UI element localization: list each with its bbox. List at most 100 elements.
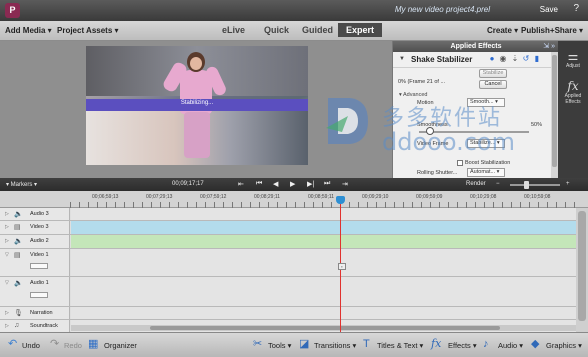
transitions-icon[interactable]: ◪ — [299, 338, 309, 350]
mode-quick[interactable]: Quick — [264, 25, 289, 35]
speaker-icon[interactable]: 🔈 — [14, 279, 23, 287]
track-audio-2[interactable]: ▷ 🔈 Audio 2 — [0, 235, 576, 249]
organizer-icon[interactable]: ▦ — [88, 338, 98, 350]
track-body[interactable] — [71, 277, 576, 306]
current-time[interactable]: 00;09;17;17 — [172, 181, 204, 187]
previous-edit-icon[interactable]: ⏮ — [256, 180, 262, 188]
panel-expand-icon[interactable]: ⇲ » — [543, 42, 555, 50]
collapse-triangle-icon[interactable]: ▼ — [399, 56, 405, 62]
timeline-control-bar: ▾ Markers ▾ 00;09;17;17 ⇤ ⏮ ◀ ▶ ▶| ⏭ ⇥ R… — [0, 178, 588, 191]
add-media-menu[interactable]: Add Media ▾ — [5, 26, 52, 35]
titles-text-menu[interactable]: Titles & Text ▾ — [377, 341, 423, 350]
shake-stabilizer-label: Shake Stabilizer — [411, 55, 473, 64]
organizer-button[interactable]: Organizer — [104, 341, 137, 350]
track-audio-1[interactable]: ▽ 🔈 Audio 1 — [0, 277, 576, 307]
next-edit-icon[interactable]: ⏭ — [324, 180, 330, 188]
zoom-slider-thumb[interactable] — [524, 181, 529, 189]
film-icon[interactable]: ▤ — [14, 251, 21, 259]
adjust-button[interactable]: ⚌ Adjust — [558, 49, 588, 69]
audio-menu[interactable]: Audio ▾ — [498, 341, 523, 350]
play-icon[interactable]: ▶ — [290, 180, 295, 188]
track-body[interactable] — [71, 307, 576, 319]
mode-expert[interactable]: Expert — [338, 23, 383, 37]
speaker-icon[interactable]: 🔈 — [14, 210, 23, 218]
step-forward-icon[interactable]: ▶| — [307, 180, 314, 188]
expand-triangle-icon[interactable]: ▷ — [5, 238, 9, 244]
speaker-icon[interactable]: 🔈 — [14, 237, 23, 245]
render-button[interactable]: Render — [466, 181, 486, 187]
music-note-icon[interactable]: ♫ — [14, 322, 19, 329]
timeline-vertical-scrollbar-thumb[interactable] — [578, 211, 586, 321]
reset-icon[interactable]: ↺ — [522, 55, 530, 63]
film-icon[interactable]: ▤ — [14, 223, 21, 231]
shake-stabilizer-row[interactable]: ▼ Shake Stabilizer ● ◉ ⇣ ↺ ▮ — [393, 52, 551, 68]
adjust-label: Adjust — [566, 63, 580, 69]
sliders-icon: ⚌ — [567, 49, 579, 63]
graphics-icon[interactable]: ◆ — [531, 338, 539, 350]
markers-menu[interactable]: ▾ Markers ▾ — [6, 181, 37, 188]
playhead-handle[interactable] — [336, 196, 345, 204]
project-assets-menu[interactable]: Project Assets ▾ — [57, 26, 119, 35]
zoom-in-icon[interactable]: + — [566, 181, 570, 187]
effects-icon[interactable]: fx — [431, 338, 441, 350]
microphone-icon[interactable]: 🎙 — [14, 309, 23, 317]
time-ruler[interactable]: 00;06;59;13 00;07;29;13 00;07;59;12 00;0… — [0, 191, 588, 208]
track-body[interactable] — [71, 249, 576, 276]
create-menu[interactable]: Create ▾ — [487, 26, 518, 35]
titles-icon[interactable]: T — [363, 338, 370, 350]
collapse-triangle-icon[interactable]: ▽ — [5, 252, 9, 258]
watermark-text-en: ddooo.com — [382, 128, 515, 156]
eye-icon[interactable]: ◉ — [499, 55, 507, 63]
applied-effects-button[interactable]: fx Applied Effects — [558, 79, 588, 105]
track-body[interactable] — [71, 208, 576, 220]
go-to-end-icon[interactable]: ⇥ — [342, 180, 348, 188]
track-video-1[interactable]: ▽ ▤ Video 1 — [0, 249, 576, 277]
video-clip[interactable] — [71, 221, 576, 234]
audio-icon[interactable]: ♪ — [483, 338, 489, 350]
tools-menu[interactable]: Tools ▾ — [268, 341, 291, 350]
cancel-button[interactable]: Cancel — [479, 80, 507, 89]
collapse-triangle-icon[interactable]: ▽ — [5, 280, 9, 286]
track-narration[interactable]: ▷ 🎙 Narration — [0, 307, 576, 320]
tools-icon[interactable]: ✂ — [253, 338, 262, 350]
zoom-slider[interactable] — [510, 184, 560, 186]
transitions-menu[interactable]: Transitions ▾ — [314, 341, 356, 350]
go-to-start-icon[interactable]: ⇤ — [238, 180, 244, 188]
undo-button[interactable]: Undo — [22, 341, 40, 350]
trash-icon[interactable]: ▮ — [533, 55, 541, 63]
save-button[interactable]: Save — [540, 5, 558, 14]
track-video-3[interactable]: ▷ ▤ Video 3 — [0, 221, 576, 235]
effects-menu[interactable]: Effects ▾ — [448, 341, 477, 350]
expand-triangle-icon[interactable]: ▷ — [5, 224, 9, 230]
child-face — [190, 57, 202, 70]
track-label: Audio 3 — [30, 211, 49, 217]
help-icon[interactable]: ? — [573, 3, 579, 14]
undo-icon[interactable]: ↶ — [8, 338, 17, 350]
ruler-label: 00;08;29;11 — [254, 194, 281, 200]
mode-guided[interactable]: Guided — [302, 25, 333, 35]
publish-share-menu[interactable]: Publish+Share ▾ — [521, 26, 583, 35]
mode-elive[interactable]: eLive — [222, 25, 245, 35]
track-controls[interactable] — [30, 292, 48, 298]
info-icon[interactable]: ● — [488, 55, 496, 63]
watermark: 多多软件站 ddooo.com — [318, 92, 558, 182]
zoom-out-icon[interactable]: − — [496, 181, 500, 187]
expand-triangle-icon[interactable]: ▷ — [5, 323, 9, 329]
clip-marker-icon[interactable]: ▪ — [338, 263, 346, 270]
graphics-menu[interactable]: Graphics ▾ — [546, 341, 582, 350]
track-audio-3[interactable]: ▷ 🔈 Audio 3 — [0, 208, 576, 221]
track-header: ▷ ▤ Video 3 — [0, 221, 70, 234]
arrow-down-icon[interactable]: ⇣ — [511, 55, 519, 63]
step-back-icon[interactable]: ◀ — [273, 180, 278, 188]
audio-clip[interactable] — [71, 235, 576, 248]
track-header: ▷ ♫ Soundtrack — [0, 320, 70, 332]
stabilize-button[interactable]: Stabilize — [479, 69, 507, 78]
expand-triangle-icon[interactable]: ▷ — [5, 310, 9, 316]
timeline-horizontal-scrollbar-thumb[interactable] — [150, 326, 500, 330]
redo-icon[interactable]: ↷ — [50, 338, 59, 350]
track-controls[interactable] — [30, 263, 48, 269]
expand-triangle-icon[interactable]: ▷ — [5, 211, 9, 217]
redo-button[interactable]: Redo — [64, 341, 82, 350]
premiere-elements-window: P My new video project4.prel Save ? Add … — [0, 0, 588, 357]
action-bar: ↶ Undo ↷ Redo ▦ Organizer ✂ Tools ▾ ◪ Tr… — [0, 332, 588, 357]
